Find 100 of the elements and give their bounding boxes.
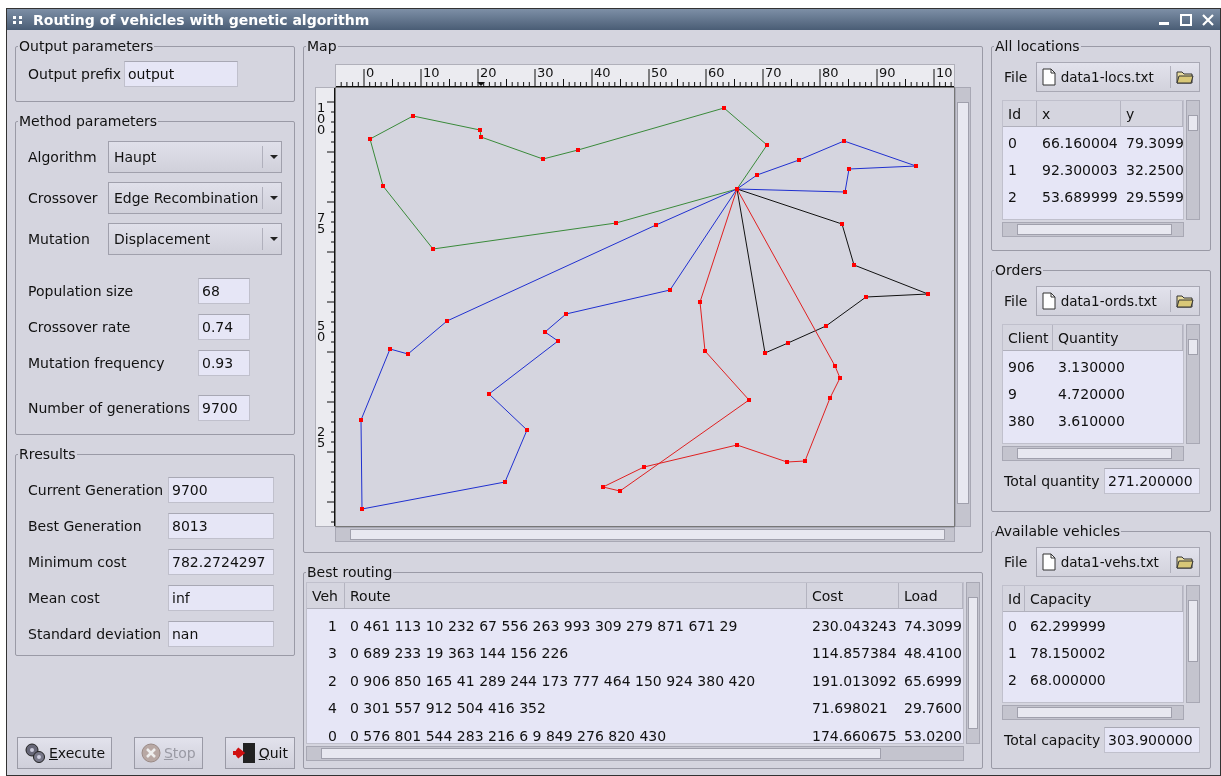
dropdown-select[interactable]: Edge Recombination (108, 181, 282, 214)
table-cell: 380 (1008, 412, 1035, 429)
ruler-label: 80 (822, 66, 839, 79)
table-cell: 4 (328, 700, 337, 717)
field-label: Crossover (27, 189, 99, 206)
file-icon (1041, 553, 1056, 571)
horizontal-scrollbar[interactable] (1002, 446, 1184, 461)
ruler-label: 60 (708, 66, 725, 79)
ruler-label: 70 (765, 66, 782, 79)
table-cell: 71.698021 (812, 700, 888, 717)
horizontal-scrollbar[interactable] (335, 527, 955, 542)
input-field[interactable]: output (124, 61, 238, 87)
action-button[interactable]: Execute (17, 737, 112, 769)
panel-title: Orders (994, 262, 1044, 278)
input-field[interactable]: 68 (198, 278, 250, 304)
table-cell: 62.299999 (1030, 617, 1106, 634)
field-label: File (1003, 69, 1029, 85)
vertical-scrollbar[interactable] (1186, 100, 1200, 220)
grip-icon (13, 14, 23, 25)
field-label: Mean cost (27, 590, 101, 606)
column-header[interactable]: x (1037, 101, 1121, 126)
column-header[interactable]: Capacity (1025, 586, 1183, 611)
table-cell: 0 461 113 10 232 67 556 263 993 309 279 871 671 29 (350, 617, 738, 634)
input-field[interactable]: nan (168, 621, 274, 647)
table-cell: 4.720000 (1058, 385, 1125, 402)
vertical-scrollbar[interactable] (1186, 324, 1200, 444)
panel-title: All locations (994, 38, 1081, 54)
horizontal-scrollbar[interactable] (1002, 705, 1184, 720)
horizontal-scrollbar[interactable] (306, 746, 964, 761)
table-cell: 0 301 557 912 504 416 352 (350, 700, 546, 717)
column-header[interactable]: Route (345, 583, 807, 608)
column-header[interactable]: Load (899, 583, 963, 608)
table-cell: 79.3099 (1126, 134, 1183, 151)
panel-title: Rresults (18, 446, 77, 462)
column-header[interactable]: y (1121, 101, 1183, 126)
input-field[interactable]: inf (168, 585, 274, 611)
horizontal-scrollbar[interactable] (1002, 222, 1184, 237)
table-cell: 0 689 233 19 363 144 156 226 (350, 645, 569, 662)
column-header[interactable]: Id (1003, 586, 1025, 611)
input-field[interactable]: 9700 (168, 477, 274, 503)
vertical-scrollbar[interactable] (966, 582, 980, 744)
gears-icon (24, 742, 46, 764)
minimize-icon[interactable] (1158, 22, 1170, 25)
column-header[interactable]: Client (1003, 325, 1053, 350)
table-cell: 0 576 801 544 283 216 6 9 849 276 820 430 (350, 727, 667, 743)
input-field[interactable]: 9700 (198, 395, 250, 421)
table-cell: 32.2500 (1126, 161, 1183, 178)
close-icon (1202, 13, 1214, 26)
field-label: Number of generations (27, 400, 192, 416)
field-label: File (1003, 293, 1029, 309)
ruler-label: 10 (936, 66, 953, 79)
file-chooser-button[interactable]: data1-locs.txt (1035, 62, 1200, 92)
action-button[interactable]: Quit (224, 737, 295, 769)
table-cell: 230.043243 (812, 617, 897, 634)
input-field[interactable]: 8013 (168, 513, 274, 539)
column-header[interactable]: Quantity (1053, 325, 1183, 350)
panel-title: Output parameters (18, 38, 155, 54)
table-cell: 2 (328, 672, 337, 689)
ruler-label: 20 (480, 66, 497, 79)
field-label: Output prefix (27, 66, 123, 82)
column-header[interactable]: Cost (807, 583, 899, 608)
field-label: Algorithm (27, 148, 98, 165)
panel-title: Available vehicles (994, 523, 1121, 539)
ruler-label: 90 (879, 66, 896, 79)
input-field[interactable]: 782.2724297 (168, 549, 274, 575)
table-cell: 0 (1008, 134, 1017, 151)
input-field[interactable]: 0.93 (198, 350, 250, 376)
table-cell: 191.013092 (812, 672, 897, 689)
table-cell: 29.7600 (904, 700, 962, 717)
dropdown-select[interactable]: Haupt (108, 140, 282, 173)
table-cell: 3 (328, 645, 337, 662)
column-header[interactable]: Id (1003, 101, 1037, 126)
table-cell: 29.5599 (1126, 188, 1183, 205)
file-icon (1041, 68, 1056, 86)
dropdown-select[interactable]: Displacement (108, 222, 282, 255)
column-header[interactable]: Veh (307, 583, 345, 608)
file-chooser-button[interactable]: data1-vehs.txt (1035, 547, 1200, 577)
table-cell: 1 (1008, 161, 1017, 178)
panel-title: Best routing (306, 564, 394, 580)
table-cell: 0 (328, 727, 337, 743)
vertical-scrollbar[interactable] (955, 87, 971, 527)
field-label: Crossover rate (27, 319, 132, 335)
panel-title: Map (306, 38, 338, 54)
field-label: Mutation (27, 230, 91, 247)
table-cell: 53.689999 (1042, 188, 1118, 205)
input-field[interactable]: 271.200000 (1104, 468, 1200, 494)
file-chooser-button[interactable]: data1-ords.txt (1035, 286, 1200, 316)
table-cell: 1 (328, 617, 337, 634)
field-label: Standard deviation (27, 626, 163, 642)
field-label: Total capacity (1003, 732, 1102, 748)
table-cell: 53.0200 (904, 727, 962, 743)
input-field[interactable]: 303.900000 (1104, 727, 1200, 753)
vertical-scrollbar[interactable] (1186, 585, 1200, 703)
ruler-label: 10 (423, 66, 440, 79)
input-field[interactable]: 0.74 (198, 314, 250, 340)
ruler-label: 100 (317, 102, 327, 136)
folder-icon (1176, 294, 1194, 308)
table-cell: 48.4100 (904, 645, 962, 662)
table-cell: 66.160004 (1042, 134, 1118, 151)
folder-icon (1176, 70, 1194, 84)
